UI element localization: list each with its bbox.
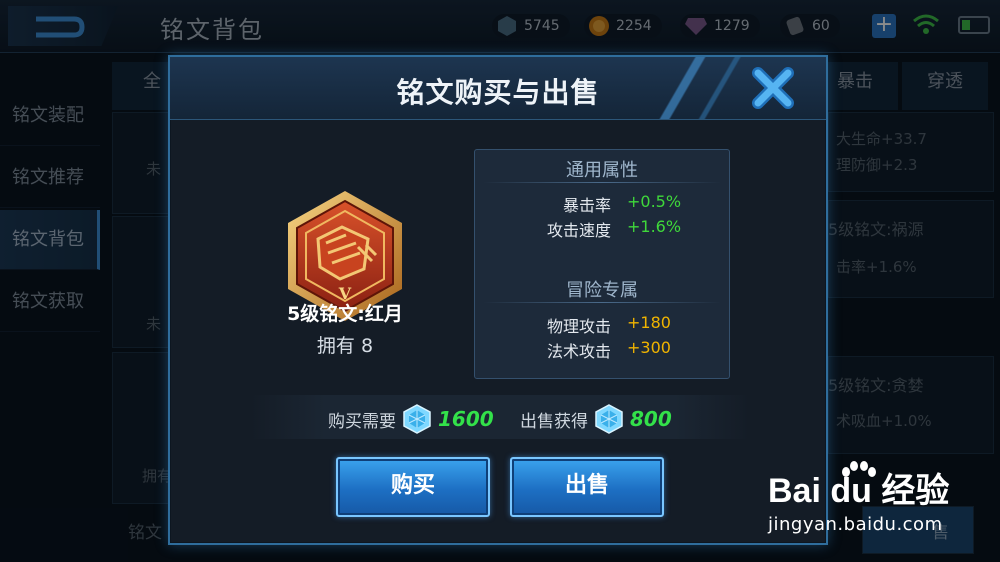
rune-owned-count: 拥有 8 xyxy=(316,335,374,357)
dialog-title: 铭文购买与出售 xyxy=(396,76,600,109)
general-attr-title: 通用属性 xyxy=(566,160,638,181)
sell-price-value: 800 xyxy=(630,407,672,431)
buy-price-value: 1600 xyxy=(438,407,494,431)
attr-label: 攻击速度 xyxy=(546,221,611,240)
close-icon xyxy=(752,67,794,109)
dialog-header: 铭文购买与出售 xyxy=(170,57,826,120)
buy-sell-dialog: 铭文购买与出售 V 5级铭文:红月 拥有 8 通用属性 暴击率 +0.5% 攻击… xyxy=(168,55,828,545)
attr-row-attack-speed: 攻击速度 +1.6% xyxy=(475,217,729,240)
sell-price-label: 出售获得 xyxy=(520,411,588,432)
rune-item: V 5级铭文:红月 拥有 8 xyxy=(230,177,460,417)
rune-name: 5级铭文:红月 xyxy=(287,303,403,325)
price-bar xyxy=(250,395,750,439)
attr-label: 物理攻击 xyxy=(546,317,611,336)
attribute-panel: 通用属性 暴击率 +0.5% 攻击速度 +1.6% 冒险专属 物理攻击 +180… xyxy=(474,149,730,379)
watermark-url: jingyan.baidu.com xyxy=(768,514,943,535)
attr-value: +1.6% xyxy=(627,217,682,236)
attr-label: 暴击率 xyxy=(562,196,611,215)
attr-value: +300 xyxy=(627,338,671,357)
baidu-logo: Bai du 经验 xyxy=(768,461,949,510)
crystal-icon xyxy=(595,404,623,434)
divider xyxy=(483,302,721,303)
attr-row-crit: 暴击率 +0.5% xyxy=(475,192,729,215)
divider xyxy=(483,182,721,183)
sell-button[interactable]: 出售 xyxy=(510,457,664,517)
buy-price-label: 购买需要 xyxy=(328,411,396,432)
buy-price: 购买需要 1600 xyxy=(328,404,494,434)
buy-button[interactable]: 购买 xyxy=(336,457,490,517)
crystal-icon xyxy=(403,404,431,434)
adventure-attr-title: 冒险专属 xyxy=(566,280,638,301)
svg-text:Bai du 经验: Bai du 经验 xyxy=(768,471,949,510)
close-button[interactable] xyxy=(750,65,796,111)
attr-label: 法术攻击 xyxy=(546,342,611,361)
attr-row-magic-attack: 法术攻击 +300 xyxy=(475,338,729,361)
baidu-watermark: Bai du 经验 jingyan.baidu.com xyxy=(768,458,998,558)
sell-price: 出售获得 800 xyxy=(520,404,672,434)
attr-row-physical-attack: 物理攻击 +180 xyxy=(475,313,729,336)
attr-value: +180 xyxy=(627,313,671,332)
attr-value: +0.5% xyxy=(627,192,682,211)
